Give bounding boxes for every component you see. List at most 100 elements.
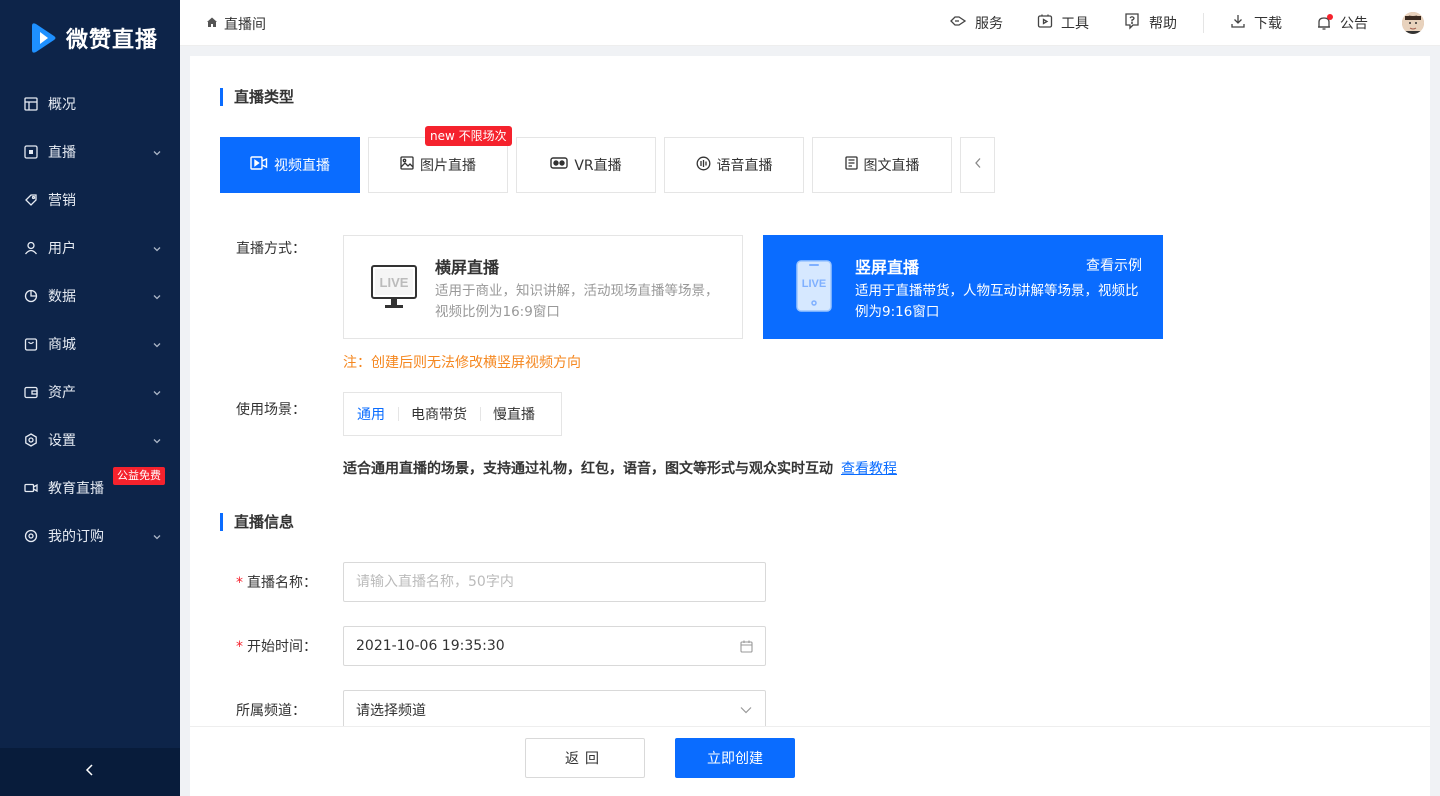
chevron-down-icon [152,386,162,402]
user-icon [24,241,38,255]
sidebar-item-my-orders[interactable]: 我的订购 [0,512,180,560]
orientation-note: 注：创建后则无法修改横竖屏视频方向 [343,355,581,371]
tag-icon [24,193,38,207]
back-button[interactable]: 返回 [525,738,645,778]
chevron-down-icon [152,338,162,354]
app-logo[interactable]: 微赞直播 [30,22,158,54]
sidebar-item-marketing[interactable]: 营销 [0,176,180,224]
sidebar-item-data[interactable]: 数据 [0,272,180,320]
chevron-down-icon [739,703,753,717]
home-icon[interactable] [206,16,218,32]
sidebar-item-label: 直播 [48,145,76,161]
article-icon [844,156,858,174]
video-camera-icon [24,481,38,495]
scene-description: 适合通用直播的场景，支持通过礼物，红包，语音，图文等形式与观众实时互动 查看教程 [343,458,897,478]
avatar[interactable] [1402,12,1424,34]
monitor-live-icon: LIVE [370,264,418,314]
option-description: 适用于直播带货，人物互动讲解等场景，视频比例为9:16窗口 [855,283,1139,320]
chevron-down-icon [152,242,162,258]
new-badge: new 不限场次 [425,126,512,146]
header-divider [1203,13,1204,33]
view-example-link[interactable]: 查看示例 [1086,255,1142,275]
order-icon [24,529,38,543]
tab-label: 图片直播 [420,158,476,174]
channel-select-value: 请选择频道 [356,703,426,719]
option-description: 适用于商业，知识讲解，活动现场直播等场景，视频比例为16:9窗口 [435,283,719,320]
tab-article-live[interactable]: 图文直播 [812,137,952,193]
shop-icon [24,337,38,351]
live-name-field[interactable] [343,562,766,602]
tab-audio-live[interactable]: 语音直播 [664,137,804,193]
bell-icon [1316,14,1333,31]
section-live-type: 直播类型 [220,86,294,107]
tab-video-live[interactable]: 视频直播 [220,137,360,193]
service-label: 服务 [975,16,1003,32]
section-title: 直播类型 [234,88,295,106]
tab-label: 语音直播 [716,158,773,174]
scene-tab-slow-live[interactable]: 慢直播 [480,404,548,424]
live-name-label: * 直播名称： [236,572,317,592]
start-time-label: * 开始时间： [236,636,317,656]
svg-text:LIVE: LIVE [802,278,826,290]
logo-icon [30,22,58,54]
announcement-label: 公告 [1340,16,1368,32]
sidebar-item-shop[interactable]: 商城 [0,320,180,368]
tools-label: 工具 [1061,16,1089,32]
scene-tab-general[interactable]: 通用 [357,404,398,424]
portrait-mode-option[interactable]: LIVE 竖屏直播 查看示例 适用于直播带货，人物互动讲解等场景，视频比例为9:… [763,235,1163,339]
sidebar-item-overview[interactable]: 概况 [0,80,180,128]
live-mode-label: 直播方式： [236,241,306,257]
sidebar: 微赞直播 概况 直播 营销 用户 数据 商城 资产 设置 教育直播 我的订购 公… [0,0,180,796]
wallet-icon [24,385,38,399]
phone-live-icon: LIVE [796,260,832,316]
help-button[interactable]: 帮助 [1123,12,1177,34]
calendar-icon[interactable] [739,639,753,653]
chevron-left-icon [974,157,982,173]
chevron-left-icon [84,763,96,781]
sidebar-item-label: 数据 [48,289,76,305]
required-mark: * [236,575,243,591]
view-tutorial-link[interactable]: 查看教程 [841,461,897,477]
channel-select[interactable]: 请选择频道 [343,690,766,730]
help-icon [1123,12,1141,34]
breadcrumb-current: 直播间 [224,17,266,33]
scene-description-text: 适合通用直播的场景，支持通过礼物，红包，语音，图文等形式与观众实时互动 [343,461,833,477]
help-label: 帮助 [1149,16,1177,32]
create-now-button[interactable]: 立即创建 [675,738,795,778]
download-button[interactable]: 下载 [1230,13,1282,33]
sidebar-item-label: 商城 [48,337,76,353]
start-time-value: 2021-10-06 19:35:30 [356,638,505,654]
chevron-down-icon [152,146,162,162]
pie-chart-icon [24,289,38,303]
sidebar-item-label: 用户 [48,241,76,257]
sidebar-item-settings[interactable]: 设置 [0,416,180,464]
start-time-picker[interactable]: 2021-10-06 19:35:30 [343,626,766,666]
scene-tab-ecommerce[interactable]: 电商带货 [398,404,480,424]
sidebar-item-assets[interactable]: 资产 [0,368,180,416]
announcement-button[interactable]: 公告 [1316,13,1368,33]
chevron-down-icon [152,290,162,306]
tabs-scroll-left-button[interactable] [960,137,995,193]
sidebar-item-label: 资产 [48,385,76,401]
tab-vr-live[interactable]: VR直播 [516,137,656,193]
sidebar-item-live[interactable]: 直播 [0,128,180,176]
download-icon [1230,13,1246,33]
landscape-mode-option[interactable]: LIVE 横屏直播 适用于商业，知识讲解，活动现场直播等场景，视频比例为16:9… [343,235,743,339]
service-icon [949,12,967,34]
live-name-label-text: 直播名称： [247,575,317,591]
vr-icon [550,156,569,174]
notification-dot [1327,14,1333,20]
live-name-input[interactable] [356,574,753,590]
start-time-label-text: 开始时间： [247,639,317,655]
service-button[interactable]: 服务 [949,12,1003,34]
svg-text:LIVE: LIVE [380,275,409,290]
tab-label: VR直播 [574,158,622,174]
sidebar-item-users[interactable]: 用户 [0,224,180,272]
sidebar-collapse-button[interactable] [0,748,180,796]
video-icon [250,155,268,175]
tools-button[interactable]: 工具 [1037,13,1089,33]
scene-tabs: 通用 电商带货 慢直播 [343,392,562,436]
tools-icon [1037,13,1053,33]
create-live-form: 直播类型 视频直播 图片直播 VR直播 语音直播 图文直播 new 不限场次 直… [190,56,1430,796]
sidebar-item-label: 教育直播 [48,481,104,497]
